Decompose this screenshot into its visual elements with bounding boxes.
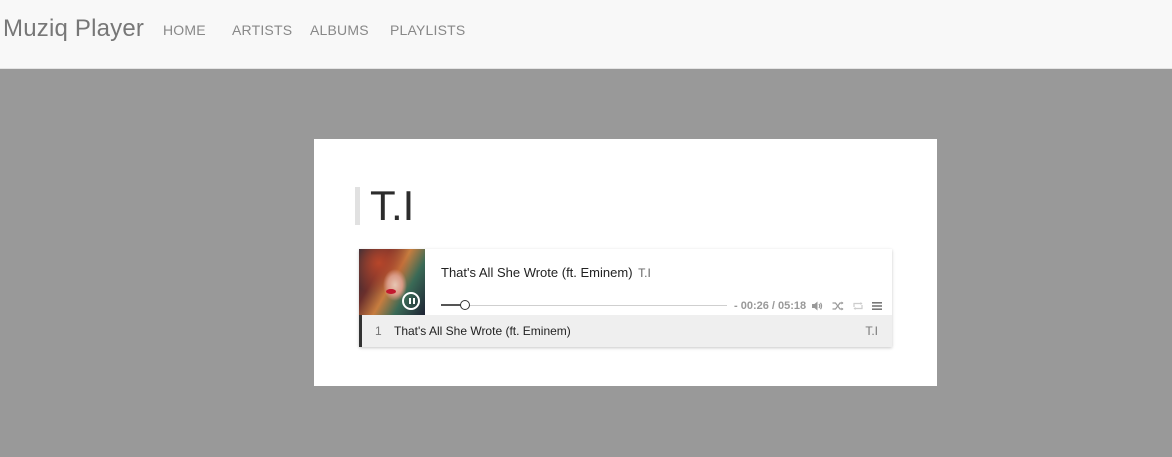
playlist-row-number: 1 [375, 324, 382, 338]
playlist-row-artist: T.I [865, 324, 878, 338]
nav-artists[interactable]: ARTISTS [232, 22, 292, 38]
pause-icon[interactable] [402, 292, 420, 310]
cover-art-detail [386, 289, 396, 294]
playlist-row-title: That's All She Wrote (ft. Eminem) [394, 324, 571, 338]
nav-playlists[interactable]: PLAYLISTS [390, 22, 465, 38]
playlist-row[interactable]: 1 That's All She Wrote (ft. Eminem) T.I [359, 315, 892, 347]
now-playing: That's All She Wrote (ft. Eminem) T.I [441, 265, 651, 280]
now-playing-artist: T.I [638, 266, 651, 280]
nav-albums[interactable]: ALBUMS [310, 22, 369, 38]
repeat-icon[interactable] [852, 299, 864, 311]
audio-player: That's All She Wrote (ft. Eminem) T.I - … [359, 249, 892, 347]
shuffle-icon[interactable] [832, 299, 844, 311]
time-display: - 00:26 / 05:18 [734, 300, 807, 312]
artist-heading: T.I [355, 185, 414, 227]
artist-card: T.I That's All She Wrote (ft. Eminem) T.… [314, 139, 937, 386]
brand-logo[interactable]: Muziq Player [3, 15, 144, 43]
navbar: Muziq Player HOME ARTISTS ALBUMS PLAYLIS… [0, 0, 1172, 69]
now-playing-title: That's All She Wrote (ft. Eminem) [441, 265, 633, 280]
progress-thumb[interactable] [460, 300, 470, 310]
playlist-menu-icon[interactable] [871, 299, 883, 311]
volume-icon[interactable] [811, 299, 823, 311]
album-cover [359, 249, 425, 315]
progress-bar[interactable] [441, 300, 727, 310]
nav-home[interactable]: HOME [163, 22, 206, 38]
